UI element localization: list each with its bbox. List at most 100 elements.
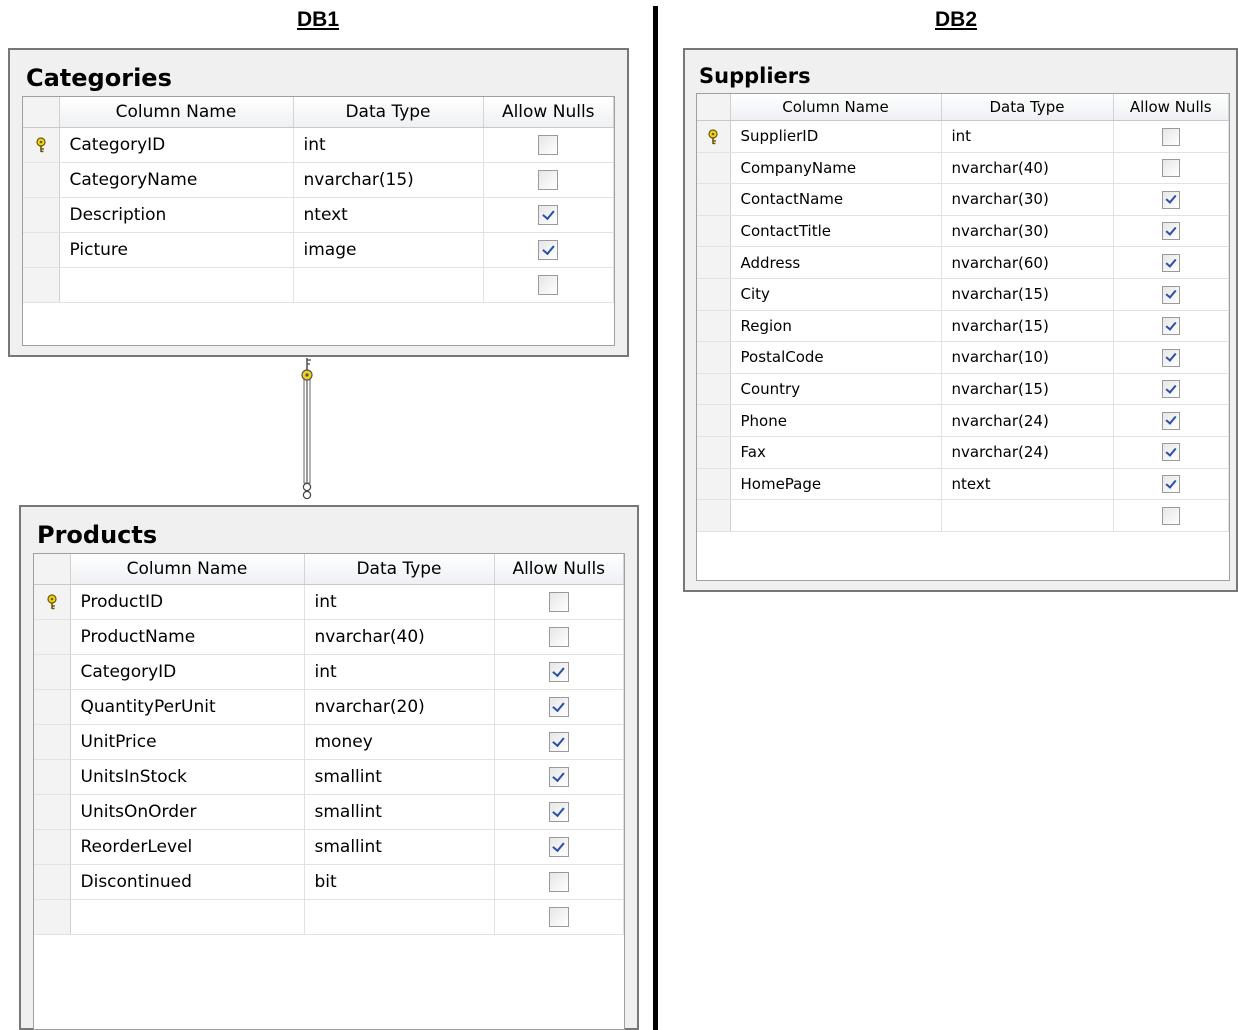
row-selector[interactable]	[34, 864, 71, 900]
row-selector[interactable]	[697, 468, 731, 501]
column-row[interactable]: UnitsInStock smallint	[34, 759, 624, 795]
column-name-cell[interactable]: HomePage	[730, 468, 942, 501]
column-row[interactable]: CategoryID int	[34, 654, 624, 690]
column-name-cell[interactable]: Picture	[59, 232, 294, 268]
row-selector[interactable]	[697, 183, 731, 216]
data-type-cell[interactable]: int	[941, 120, 1114, 153]
row-selector[interactable]	[34, 794, 71, 830]
data-type-cell[interactable]: int	[293, 127, 484, 163]
data-type-cell[interactable]: smallint	[304, 829, 495, 865]
row-selector[interactable]	[34, 584, 71, 620]
allow-nulls-checkbox[interactable]	[548, 907, 569, 927]
suppliers-table-window[interactable]: Suppliers Column Name Data Type Allow Nu…	[683, 48, 1238, 592]
column-row[interactable]: QuantityPerUnit nvarchar(20)	[34, 689, 624, 725]
column-name-cell[interactable]: Country	[730, 373, 942, 406]
column-name-cell[interactable]: CategoryID	[70, 654, 305, 690]
row-selector[interactable]	[34, 654, 71, 690]
allow-nulls-checkbox[interactable]	[538, 240, 559, 260]
allow-nulls-checkbox[interactable]	[1161, 285, 1180, 304]
column-row[interactable]: CategoryID int	[23, 127, 614, 163]
row-selector[interactable]	[697, 310, 731, 343]
row-selector[interactable]	[697, 404, 731, 437]
column-row[interactable]: PostalCode nvarchar(10)	[697, 341, 1229, 374]
data-type-cell[interactable]: nvarchar(40)	[941, 152, 1114, 185]
allow-nulls-checkbox[interactable]	[1161, 253, 1180, 272]
column-name-header[interactable]: Column Name	[59, 97, 294, 128]
data-type-cell[interactable]: nvarchar(24)	[941, 436, 1114, 469]
row-selector[interactable]	[697, 246, 731, 279]
categories-table-window[interactable]: Categories Column Name Data Type Allow N…	[8, 48, 629, 357]
data-type-cell[interactable]: nvarchar(15)	[293, 162, 484, 198]
column-row[interactable]: ProductID int	[34, 584, 624, 620]
column-row[interactable]: CompanyName nvarchar(40)	[697, 152, 1229, 185]
row-selector[interactable]	[23, 127, 60, 163]
allow-nulls-checkbox[interactable]	[548, 662, 569, 682]
column-name-cell[interactable]	[70, 899, 305, 935]
data-type-header[interactable]: Data Type	[941, 94, 1114, 121]
column-name-cell[interactable]: Phone	[730, 404, 942, 437]
column-row[interactable]: Phone nvarchar(24)	[697, 404, 1229, 437]
column-name-cell[interactable]: CompanyName	[730, 152, 942, 185]
data-type-cell[interactable]: nvarchar(20)	[304, 689, 495, 725]
column-row[interactable]: ContactTitle nvarchar(30)	[697, 215, 1229, 248]
row-selector[interactable]	[697, 373, 731, 406]
allow-nulls-checkbox[interactable]	[1161, 411, 1180, 430]
data-type-cell[interactable]: smallint	[304, 759, 495, 795]
column-name-cell[interactable]: City	[730, 278, 942, 311]
data-type-cell[interactable]: smallint	[304, 794, 495, 830]
allow-nulls-checkbox[interactable]	[1161, 127, 1180, 146]
data-type-cell[interactable]: nvarchar(60)	[941, 246, 1114, 279]
allow-nulls-checkbox[interactable]	[1161, 506, 1180, 525]
column-name-header[interactable]: Column Name	[70, 554, 305, 585]
column-row[interactable]: Discontinued bit	[34, 864, 624, 900]
column-row[interactable]: Fax nvarchar(24)	[697, 436, 1229, 469]
allow-nulls-checkbox[interactable]	[1161, 159, 1180, 178]
data-type-cell[interactable]: nvarchar(10)	[941, 341, 1114, 374]
row-selector[interactable]	[34, 829, 71, 865]
column-name-cell[interactable]	[59, 267, 294, 303]
row-selector[interactable]	[697, 152, 731, 185]
column-row[interactable]: HomePage ntext	[697, 468, 1229, 501]
data-type-cell[interactable]: nvarchar(24)	[941, 404, 1114, 437]
allow-nulls-checkbox[interactable]	[1161, 317, 1180, 336]
data-type-cell[interactable]: ntext	[941, 468, 1114, 501]
column-row[interactable]: Picture image	[23, 232, 614, 268]
row-selector[interactable]	[34, 724, 71, 760]
row-selector[interactable]	[697, 341, 731, 374]
column-row[interactable]: Address nvarchar(60)	[697, 246, 1229, 279]
new-column-row[interactable]	[697, 499, 1229, 532]
new-column-row[interactable]	[34, 899, 624, 935]
column-name-cell[interactable]: UnitsInStock	[70, 759, 305, 795]
column-row[interactable]: Region nvarchar(15)	[697, 310, 1229, 343]
column-name-cell[interactable]: ProductID	[70, 584, 305, 620]
data-type-cell[interactable]: ntext	[293, 197, 484, 233]
column-name-cell[interactable]: ContactName	[730, 183, 942, 216]
column-name-cell[interactable]: Description	[59, 197, 294, 233]
column-name-cell[interactable]: ReorderLevel	[70, 829, 305, 865]
row-selector[interactable]	[34, 689, 71, 725]
allow-nulls-checkbox[interactable]	[548, 627, 569, 647]
products-table-window[interactable]: Products Column Name Data Type Allow Nul…	[19, 505, 639, 1030]
column-name-cell[interactable]	[730, 499, 942, 532]
column-row[interactable]: CategoryName nvarchar(15)	[23, 162, 614, 198]
row-selector[interactable]	[23, 197, 60, 233]
column-row[interactable]: Country nvarchar(15)	[697, 373, 1229, 406]
column-row[interactable]: SupplierID int	[697, 120, 1229, 153]
column-name-cell[interactable]: PostalCode	[730, 341, 942, 374]
allow-nulls-checkbox[interactable]	[1161, 222, 1180, 241]
data-type-cell[interactable]: image	[293, 232, 484, 268]
row-selector[interactable]	[697, 120, 731, 153]
allow-nulls-checkbox[interactable]	[548, 767, 569, 787]
allow-nulls-checkbox[interactable]	[548, 697, 569, 717]
row-selector[interactable]	[697, 278, 731, 311]
column-row[interactable]: ContactName nvarchar(30)	[697, 183, 1229, 216]
column-name-cell[interactable]: CategoryName	[59, 162, 294, 198]
allow-nulls-checkbox[interactable]	[1161, 475, 1180, 494]
column-row[interactable]: UnitsOnOrder smallint	[34, 794, 624, 830]
column-name-cell[interactable]: UnitPrice	[70, 724, 305, 760]
row-selector[interactable]	[34, 899, 71, 935]
column-name-cell[interactable]: Discontinued	[70, 864, 305, 900]
allow-nulls-checkbox[interactable]	[548, 872, 569, 892]
column-name-header[interactable]: Column Name	[730, 94, 942, 121]
column-name-cell[interactable]: UnitsOnOrder	[70, 794, 305, 830]
